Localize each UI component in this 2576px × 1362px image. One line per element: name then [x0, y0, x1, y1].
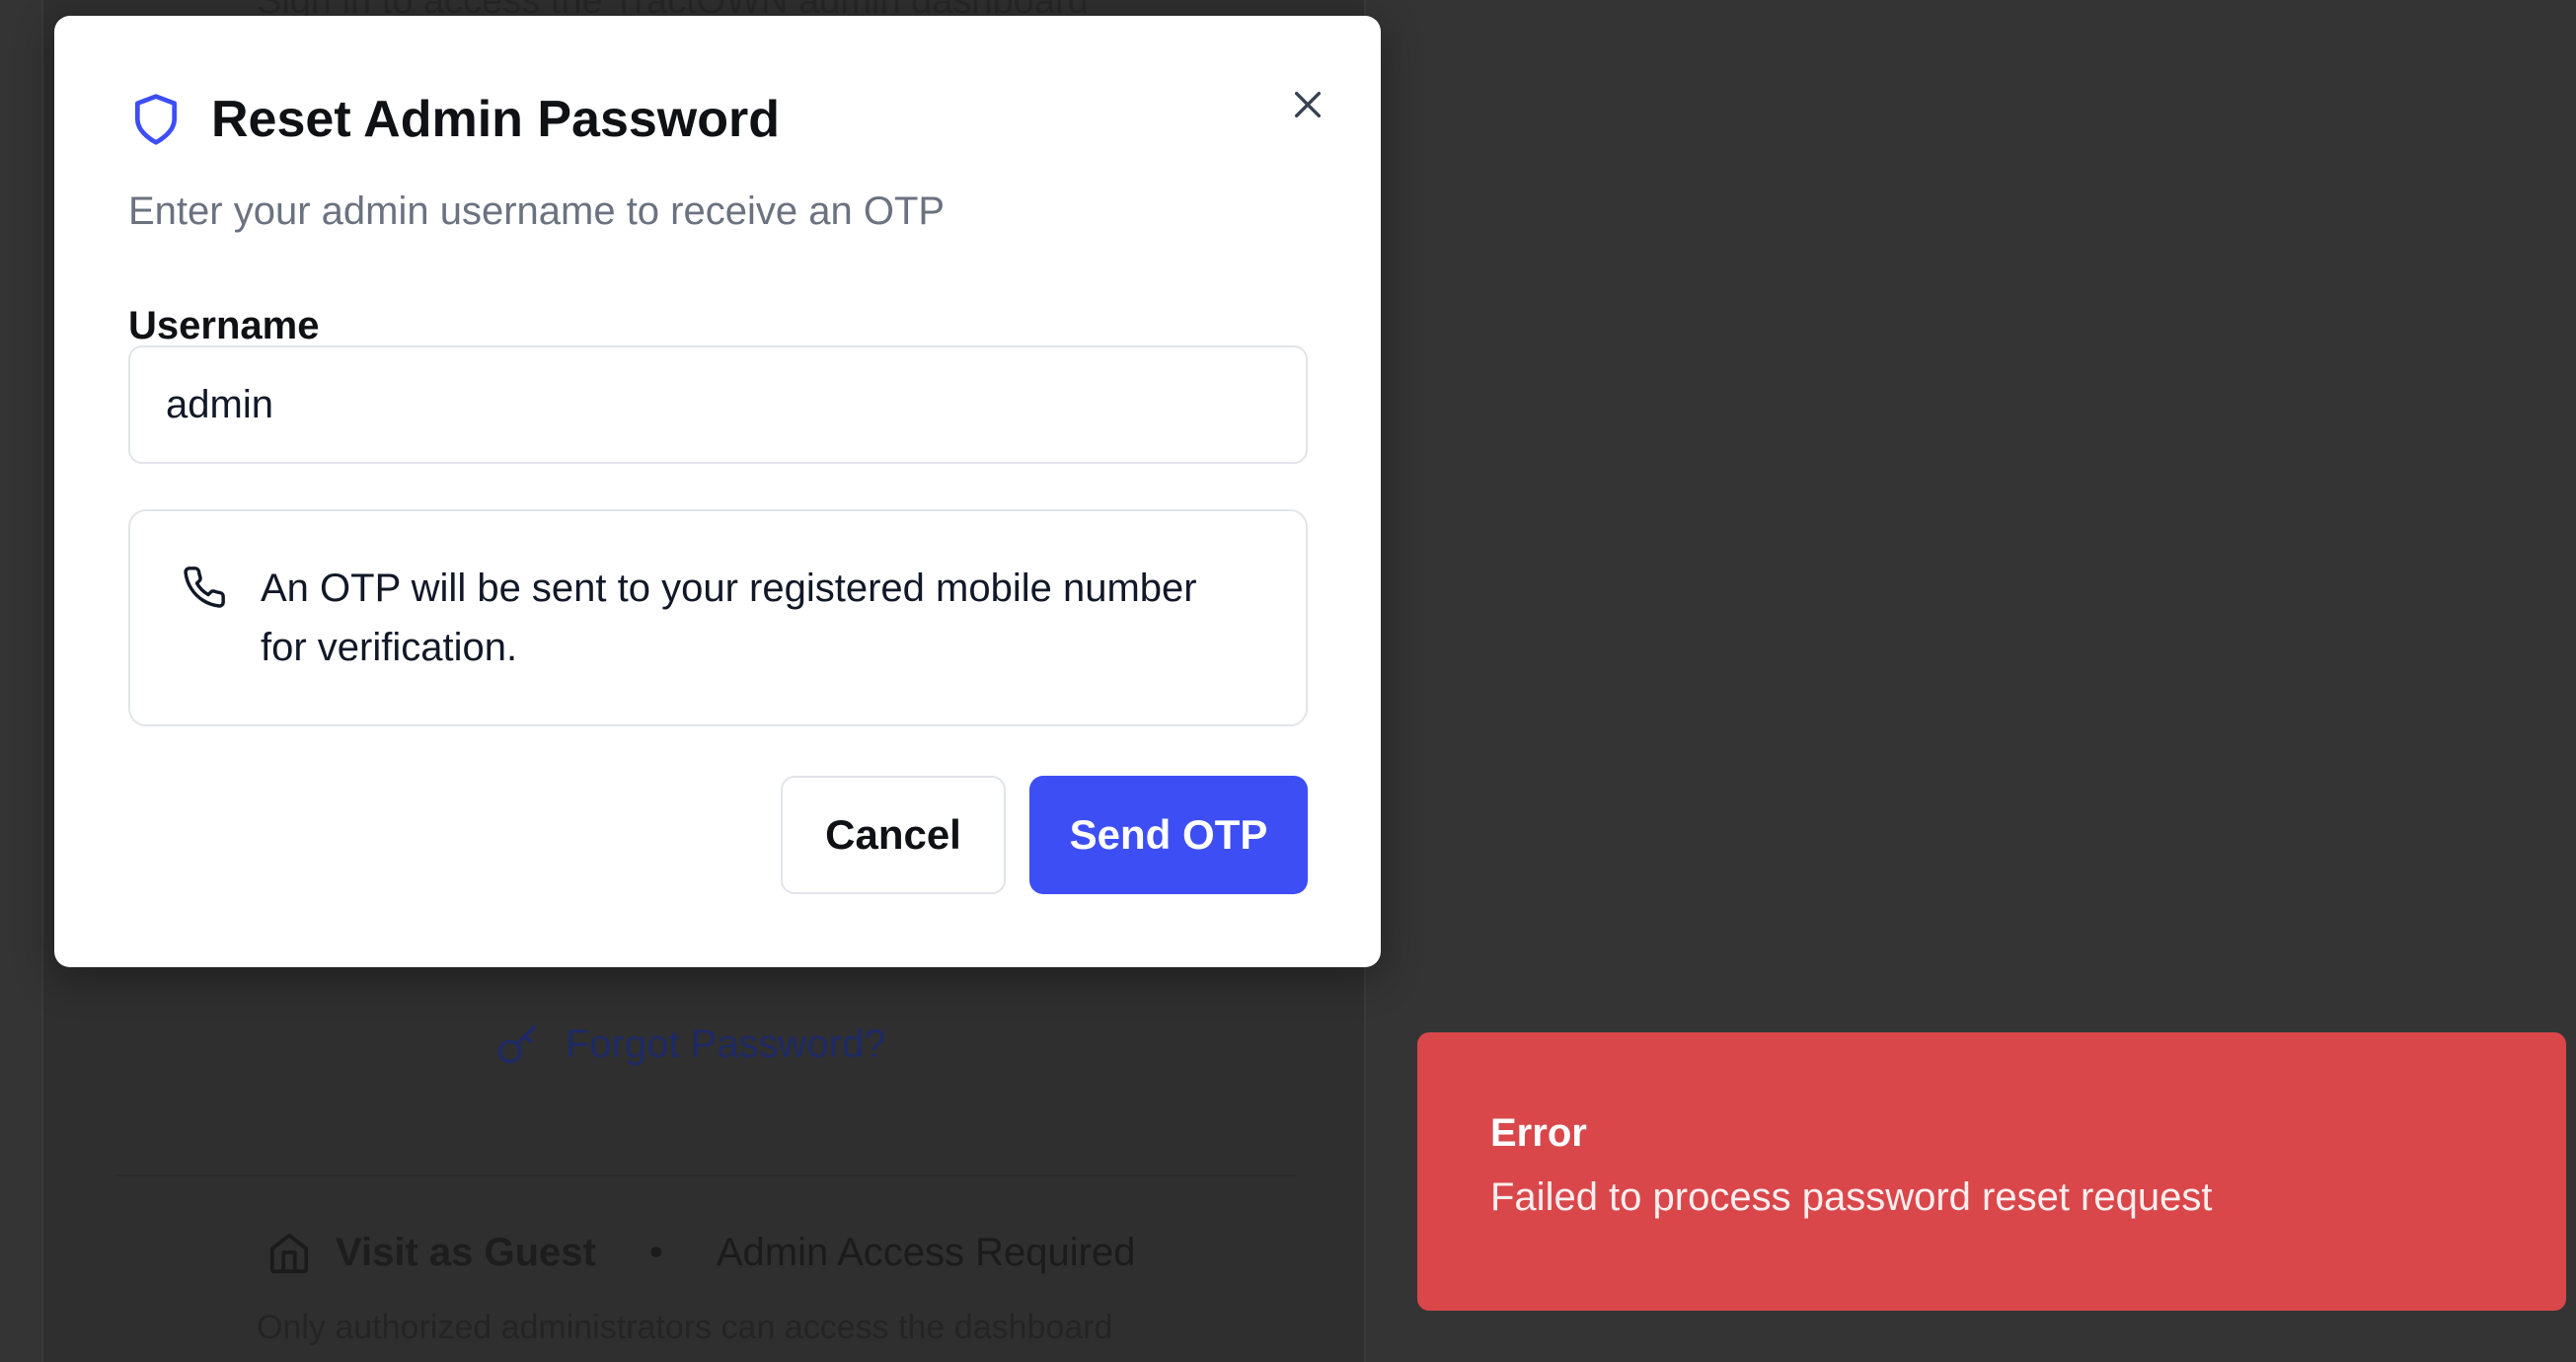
otp-info-box: An OTP will be sent to your registered m… — [128, 509, 1308, 726]
visit-guest-link[interactable]: Visit as Guest — [336, 1231, 596, 1275]
phone-icon — [182, 565, 227, 610]
otp-info-text: An OTP will be sent to your registered m… — [261, 567, 1197, 669]
toast-title: Error — [1490, 1111, 1587, 1155]
divider — [116, 1174, 1296, 1176]
cancel-button[interactable]: Cancel — [781, 776, 1006, 894]
admin-access-label: Admin Access Required — [716, 1230, 1136, 1274]
error-toast: Error Failed to process password reset r… — [1417, 1032, 2566, 1311]
home-icon — [266, 1230, 312, 1275]
send-otp-button[interactable]: Send OTP — [1029, 776, 1308, 894]
forgot-password-link[interactable]: Forgot Password? — [496, 1022, 886, 1067]
username-label: Username — [128, 304, 320, 347]
toast-message: Failed to process password reset request — [1490, 1175, 2213, 1219]
reset-password-dialog: Reset Admin Password Enter your admin us… — [54, 16, 1381, 967]
guest-row: Visit as Guest • Admin Access Required — [266, 1230, 1136, 1275]
shield-icon — [128, 92, 184, 147]
dialog-title: Reset Admin Password — [211, 91, 781, 148]
footnote: Only authorized administrators can acces… — [257, 1309, 1113, 1346]
key-icon — [496, 1023, 540, 1067]
close-button[interactable] — [1280, 77, 1335, 132]
forgot-password-label: Forgot Password? — [566, 1022, 886, 1066]
dialog-subtitle: Enter your admin username to receive an … — [128, 189, 946, 233]
separator-dot: • — [648, 1230, 663, 1274]
dialog-header: Reset Admin Password — [128, 90, 780, 149]
username-input[interactable] — [128, 345, 1308, 464]
close-icon — [1291, 88, 1325, 121]
